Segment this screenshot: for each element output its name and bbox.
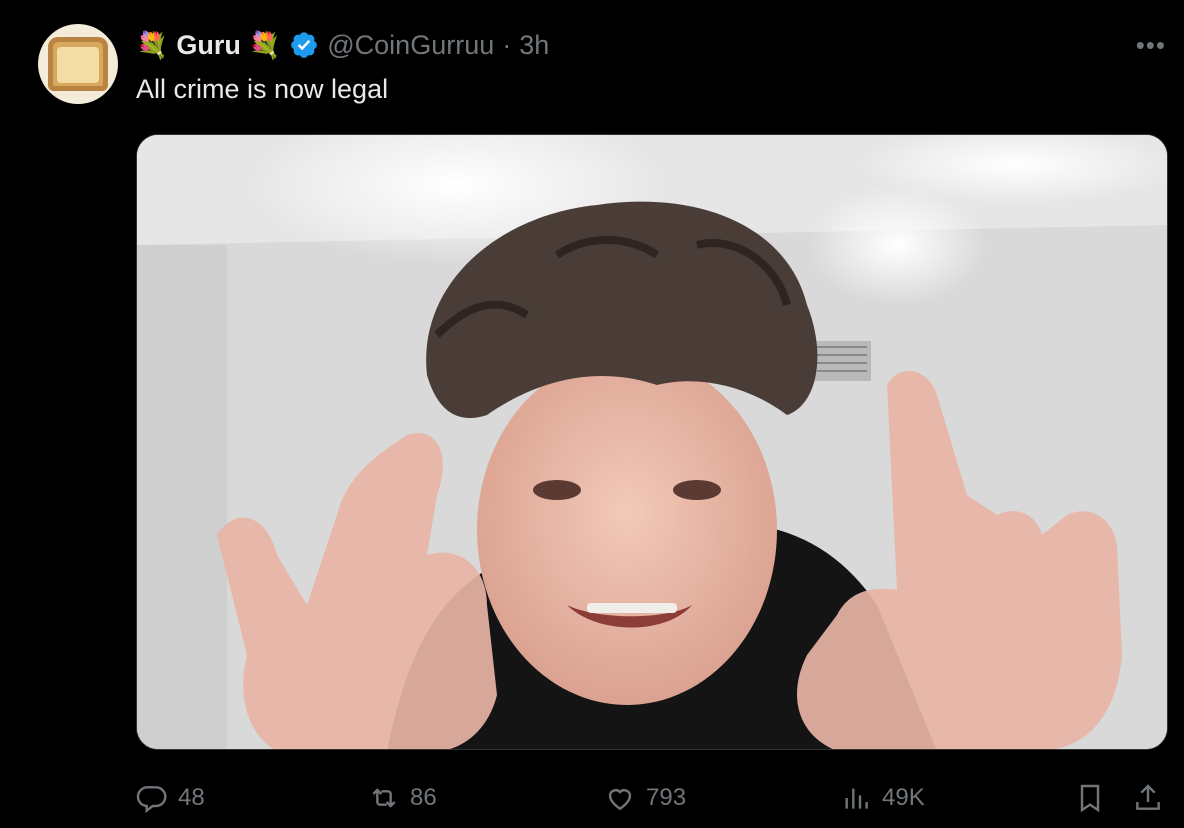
verified-badge-icon[interactable] bbox=[289, 30, 319, 60]
ceiling-light bbox=[807, 185, 987, 305]
flower-emoji-left: 💐 bbox=[136, 30, 169, 60]
like-count: 793 bbox=[646, 784, 687, 811]
handle[interactable]: @CoinGurruu bbox=[327, 30, 494, 61]
tweet: 💐 Guru 💐 @CoinGurruu · 3h ••• All crime … bbox=[0, 0, 1184, 828]
bookmark-button[interactable] bbox=[1074, 778, 1106, 818]
face bbox=[477, 355, 777, 705]
display-name[interactable]: Guru bbox=[176, 30, 241, 61]
views-chart-icon bbox=[845, 788, 868, 809]
toast-avatar-image bbox=[48, 37, 108, 91]
share-icon bbox=[1136, 784, 1160, 810]
retweet-icon bbox=[372, 788, 396, 808]
reply-button[interactable]: 48 bbox=[136, 778, 205, 818]
tweet-actions: 48 86 793 49K bbox=[136, 778, 1168, 818]
media-illustration bbox=[137, 135, 1167, 749]
media-image[interactable] bbox=[136, 134, 1168, 750]
like-button[interactable]: 793 bbox=[604, 778, 686, 818]
avatar[interactable] bbox=[38, 24, 118, 104]
retweet-count: 86 bbox=[410, 784, 437, 811]
views-button[interactable]: 49K bbox=[840, 778, 925, 818]
tweet-text: All crime is now legal bbox=[136, 74, 389, 104]
bookmark-icon bbox=[1080, 784, 1100, 813]
tweet-header: 💐 Guru 💐 @CoinGurruu · 3h bbox=[136, 28, 549, 62]
view-count: 49K bbox=[882, 784, 925, 811]
separator-dot: · bbox=[502, 29, 512, 60]
share-button[interactable] bbox=[1132, 778, 1164, 818]
heart-icon bbox=[608, 789, 632, 811]
timestamp[interactable]: 3h bbox=[519, 30, 549, 61]
flower-emoji-right: 💐 bbox=[248, 30, 282, 60]
more-options-icon[interactable]: ••• bbox=[1136, 30, 1166, 61]
retweet-button[interactable]: 86 bbox=[368, 778, 437, 818]
reply-count: 48 bbox=[178, 784, 205, 811]
reply-icon bbox=[136, 786, 167, 814]
